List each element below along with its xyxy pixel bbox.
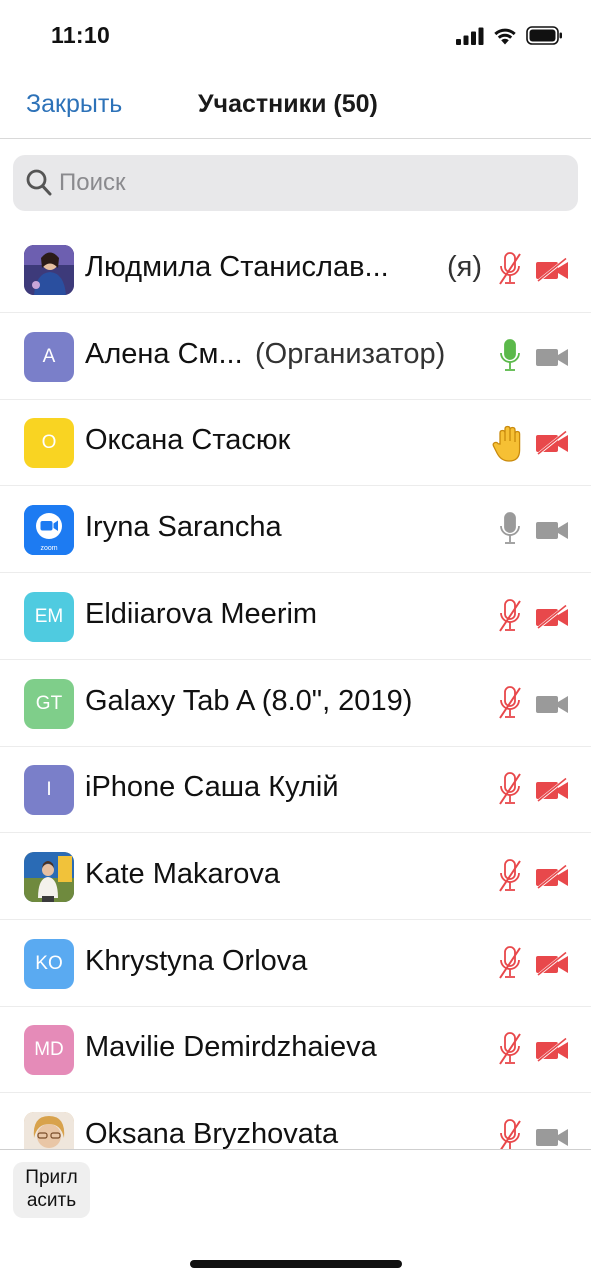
avatar: A (24, 331, 74, 382)
participant-row[interactable]: MD Mavilie Demirdzhaieva (0, 1007, 591, 1094)
avatar-initials: EM (34, 605, 64, 627)
avatar: I (24, 765, 74, 816)
participant-row[interactable]: O Оксана Стасюк (0, 400, 591, 487)
mic-muted-icon[interactable] (497, 945, 523, 983)
mic-muted-icon[interactable] (497, 771, 523, 809)
video-off-icon[interactable] (535, 603, 569, 630)
participant-name: Oksana Bryzhovata (85, 1118, 339, 1149)
video-off-icon[interactable] (535, 950, 569, 977)
avatar: O (24, 418, 74, 469)
search-icon (26, 169, 52, 196)
svg-text:zoom: zoom (40, 545, 57, 552)
participant-row[interactable]: A Алена См... (Организатор) (0, 314, 591, 400)
cellular-signal-icon (456, 27, 484, 45)
video-camera-icon[interactable] (535, 517, 569, 543)
mic-muted-icon[interactable] (497, 251, 523, 289)
participant-row[interactable]: IiPhone Саша Кулій (0, 747, 591, 834)
participant-row[interactable]: zoom Iryna Sarancha (0, 487, 591, 574)
participant-row[interactable]: EM Eldiiarova Meerim (0, 574, 591, 660)
invite-button-label: Пригл асить (25, 1167, 78, 1211)
nav-bar: Закрыть Участники (50) (0, 76, 591, 139)
avatar-initials: KO (35, 952, 63, 974)
participant-name: Eldiiarova Meerim (85, 597, 318, 630)
avatar (24, 245, 74, 295)
bottom-toolbar: Пригл асить (0, 1149, 591, 1281)
host-tag: (Организатор) (255, 337, 446, 370)
avatar-initials: I (46, 779, 52, 801)
video-off-icon[interactable] (535, 256, 569, 284)
video-camera-icon[interactable] (535, 1124, 569, 1149)
search-bar[interactable] (13, 155, 578, 211)
wifi-icon (494, 28, 516, 45)
raised-hand-icon (491, 424, 527, 464)
participant-row[interactable]: Oksana Bryzhovata (0, 1094, 591, 1149)
status-time: 11:10 (51, 22, 111, 48)
avatar (24, 1112, 74, 1149)
video-off-icon[interactable] (535, 863, 569, 891)
participant-row[interactable]: Kate Makarova (0, 834, 591, 920)
mic-muted-icon[interactable] (497, 685, 523, 723)
avatar (24, 851, 74, 902)
video-off-icon[interactable] (535, 430, 569, 457)
avatar: zoom (24, 505, 74, 556)
video-camera-icon[interactable] (535, 691, 569, 717)
home-indicator[interactable] (190, 1260, 402, 1268)
avatar-initials: MD (34, 1039, 64, 1061)
participant-name: Kate Makarova (85, 857, 281, 890)
avatar: GT (24, 678, 74, 729)
page-title: Участники (50) (198, 90, 378, 118)
video-off-icon[interactable] (535, 1037, 569, 1064)
participant-name: Khrystyna Orlova (85, 944, 308, 977)
battery-icon (526, 26, 562, 45)
avatar: MD (24, 1025, 74, 1076)
mic-muted-icon[interactable] (497, 1031, 523, 1069)
participant-row[interactable]: GT Galaxy Tab A (8.0", 2019) (0, 661, 591, 747)
video-camera-icon[interactable] (535, 344, 569, 370)
microphone-icon[interactable] (497, 511, 523, 549)
video-off-icon[interactable] (535, 777, 569, 804)
mic-muted-icon[interactable] (497, 598, 523, 636)
avatar-initials: O (41, 432, 57, 454)
participant-row[interactable]: Людмила Станислав... (я) (0, 227, 591, 313)
participant-name: iPhone Саша Кулій (85, 771, 339, 804)
self-tag: (я) (447, 251, 483, 283)
participant-name: Iryna Sarancha (85, 511, 282, 544)
search-input[interactable] (59, 163, 539, 203)
microphone-icon[interactable] (497, 338, 523, 376)
status-icons (456, 26, 563, 45)
avatar: EM (24, 591, 74, 642)
status-bar: 11:10 (0, 0, 591, 76)
participant-list[interactable]: Людмила Станислав... (я) A Алена См... (Орг… (0, 227, 591, 1149)
avatar-initials: GT (35, 692, 63, 714)
avatar-initials: A (42, 345, 56, 367)
participant-name: Людмила Станислав... (85, 251, 389, 283)
participant-name: Galaxy Tab A (8.0", 2019) (85, 684, 413, 717)
mic-muted-icon[interactable] (497, 1118, 523, 1149)
participant-name: Mavilie Demirdzhaieva (85, 1031, 377, 1064)
participant-row[interactable]: KO Khrystyna Orlova (0, 921, 591, 1007)
participant-name: Оксана Стасюк (85, 424, 291, 457)
avatar: KO (24, 938, 74, 989)
close-button[interactable]: Закрыть (26, 90, 122, 119)
mic-muted-icon[interactable] (497, 858, 523, 896)
participant-name: Алена См... (85, 337, 243, 370)
invite-button[interactable]: Пригл асить (13, 1162, 90, 1218)
